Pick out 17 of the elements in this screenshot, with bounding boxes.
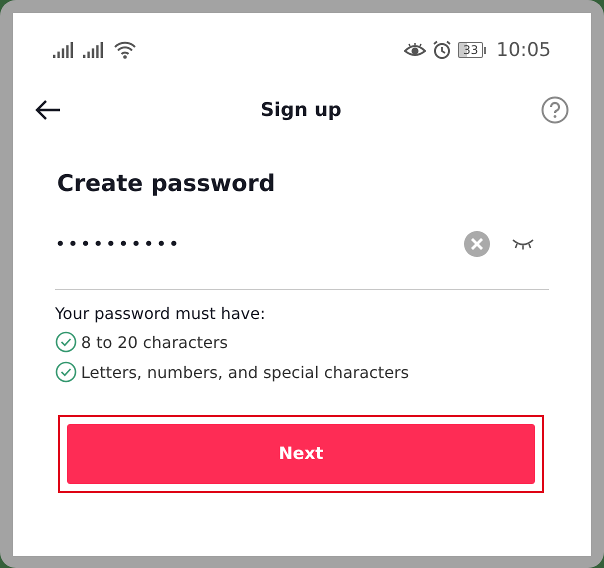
back-button[interactable]	[35, 99, 61, 121]
password-field[interactable]: ••••••••••	[55, 219, 549, 290]
requirements-title: Your password must have:	[55, 304, 266, 323]
page-title: Sign up	[259, 99, 343, 121]
alarm-icon	[432, 40, 452, 60]
eye-icon	[404, 42, 426, 58]
status-time: 10:05	[496, 39, 551, 61]
cell-signal-icon	[83, 42, 105, 60]
next-button[interactable]: Next	[67, 424, 535, 484]
cell-signal-icon	[53, 42, 75, 60]
section-heading: Create password	[57, 171, 276, 197]
requirement-text: Letters, numbers, and special characters	[81, 362, 409, 382]
help-button[interactable]	[541, 96, 569, 124]
battery-icon: 33	[458, 42, 486, 58]
requirement-text: 8 to 20 characters	[81, 332, 228, 352]
wifi-icon	[113, 40, 137, 60]
closed-eye-icon[interactable]	[511, 237, 535, 251]
